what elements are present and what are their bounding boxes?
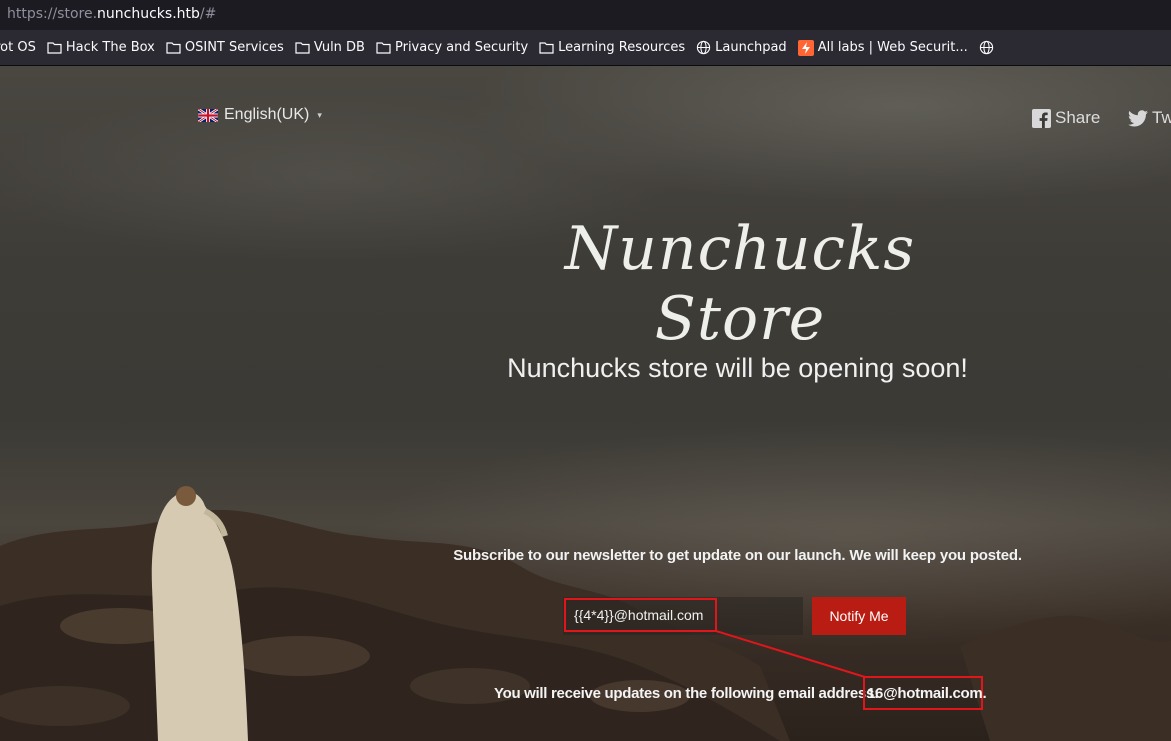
result-email-value: 16@hotmail.com. — [863, 676, 987, 710]
folder-icon — [47, 42, 62, 54]
bookmark-label: Launchpad — [715, 40, 787, 55]
store-page: English(UK) ▾ Share Tw Nunchucks Store N… — [0, 66, 1171, 741]
bookmark-label: Learning Resources — [558, 40, 686, 55]
share-button[interactable]: Share — [1032, 108, 1100, 128]
bookmark-label: Hack The Box — [65, 40, 155, 55]
bookmark-label: OSINT Services — [184, 40, 284, 55]
subscription-result: You will receive updates on the followin… — [494, 676, 987, 710]
share-label: Share — [1055, 108, 1101, 127]
folder-icon — [166, 42, 181, 54]
result-text: You will receive updates on the followin… — [494, 685, 879, 702]
folder-icon — [539, 42, 554, 54]
facebook-icon — [1032, 108, 1051, 128]
portswigger-icon — [797, 39, 814, 56]
twitter-icon — [1128, 109, 1148, 126]
url-suffix: /# — [199, 6, 217, 22]
globe-icon — [696, 40, 711, 55]
mountain-background — [0, 486, 1171, 741]
globe-icon — [979, 40, 993, 55]
notify-me-button[interactable]: Notify Me — [812, 597, 906, 635]
bookmark-hack-the-box[interactable]: Hack The Box — [47, 40, 155, 55]
page-subtitle: Nunchucks store will be opening soon! — [507, 353, 968, 383]
bookmark-privacy-security[interactable]: Privacy and Security — [376, 40, 528, 55]
page-title: Nunchucks Store — [564, 214, 916, 354]
bookmark-osint-services[interactable]: OSINT Services — [166, 40, 284, 55]
bookmark-learning-resources[interactable]: Learning Resources — [539, 40, 685, 55]
email-field[interactable] — [564, 598, 717, 632]
tweet-button[interactable]: Tw — [1128, 108, 1171, 128]
bookmark-globe-extra[interactable] — [979, 40, 994, 55]
newsletter-text: Subscribe to our newsletter to get updat… — [453, 547, 1022, 564]
bookmark-all-labs[interactable]: All labs | Web Securit... — [797, 39, 968, 56]
uk-flag-icon — [198, 108, 218, 122]
language-selector[interactable]: English(UK) ▾ — [198, 106, 322, 124]
language-label: English(UK) — [224, 106, 310, 123]
bookmark-launchpad[interactable]: Launchpad — [696, 40, 787, 55]
bookmark-label: rrot OS — [0, 40, 36, 55]
bookmark-vuln-db[interactable]: Vuln DB — [295, 40, 365, 55]
url-prefix: https://store. — [7, 6, 98, 22]
url-host: nunchucks.htb — [97, 6, 200, 22]
bookmark-label: Privacy and Security — [394, 40, 529, 55]
folder-icon — [376, 42, 391, 54]
chevron-down-icon: ▾ — [317, 109, 322, 120]
bookmarks-toolbar: rrot OS Hack The Box OSINT Services Vuln… — [0, 30, 1171, 66]
bookmark-label: Vuln DB — [313, 40, 365, 55]
tweet-label: Tw — [1152, 108, 1171, 127]
url-bar[interactable]: https://store.nunchucks.htb/# — [0, 0, 1171, 30]
bookmark-parrot-os[interactable]: rrot OS — [0, 40, 36, 55]
folder-icon — [295, 42, 310, 54]
bookmark-label: All labs | Web Securit... — [817, 40, 968, 55]
